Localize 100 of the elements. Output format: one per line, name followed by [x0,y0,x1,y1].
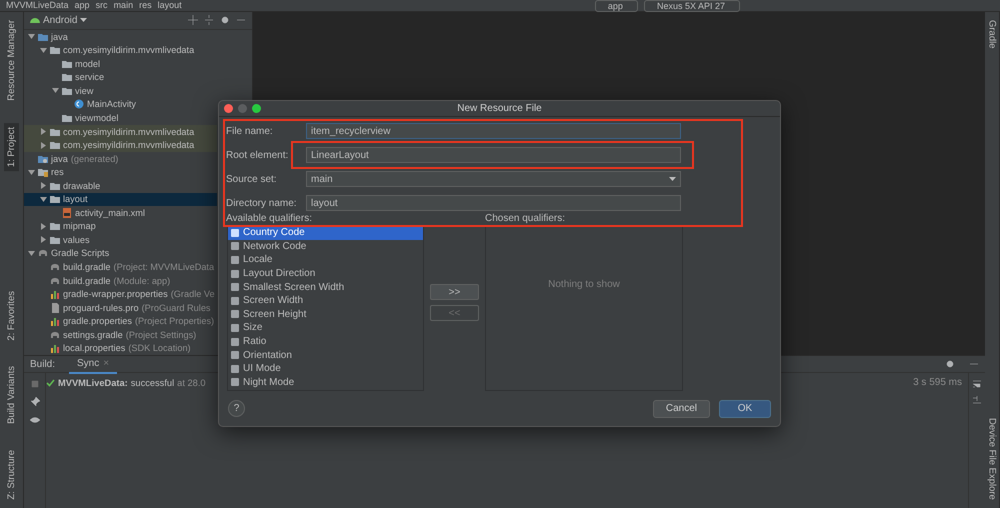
close-window-icon[interactable] [224,104,233,113]
folder-icon [62,58,72,69]
tree-item[interactable]: build.gradle (Module: app) [24,274,217,288]
maximize-window-icon[interactable] [252,104,261,113]
tree-item[interactable]: gradle.properties (Project Properties) [24,314,217,328]
tree-item[interactable]: com.yesimyildirim.mvvmlivedata [24,43,217,58]
sync-tab[interactable]: Sync × [69,354,118,374]
dialog-title: New Resource File [457,103,542,114]
qualifier-item[interactable]: Size [228,321,423,335]
breadcrumb[interactable]: layout [158,0,182,11]
android-icon [30,17,40,24]
add-qualifier-button[interactable]: >> [430,284,479,300]
tree-item[interactable]: model [24,57,217,71]
crosshair-icon[interactable] [188,15,198,26]
folder-icon [62,72,72,82]
tree-item-hint: (ProGuard Rules [142,302,211,314]
qualifier-item[interactable]: Ratio [228,334,423,348]
input-field[interactable]: LinearLayout [306,147,681,163]
tree-item[interactable]: Gradle Scripts [24,246,217,260]
dropdown-field[interactable]: main [306,171,681,187]
tree-item[interactable]: drawable [24,178,217,192]
bar-chart-icon [50,289,60,300]
input-field[interactable]: item_recyclerview [306,123,681,139]
gear-folder-icon [38,154,48,164]
tree-item[interactable]: service [24,70,217,84]
collapsed-arrow-icon[interactable] [40,182,47,190]
tree-item[interactable]: local.properties (SDK Location) [24,342,217,355]
tree-item-label: com.yesimyildirim.mvvmlivedata [63,139,194,152]
qualifier-item[interactable]: Layout Direction [228,266,423,280]
tree-item[interactable]: java (generated) [24,152,217,166]
folder-icon [38,167,48,178]
qualifier-icon [230,241,240,252]
device-dropdown[interactable]: Nexus 5X API 27 [644,0,740,12]
build-message[interactable]: MVVMLiveData: successful at 28.0 [46,377,206,389]
project-view-dropdown[interactable]: Android [30,14,88,26]
qualifier-icon [230,377,240,388]
stop-icon[interactable] [30,379,40,389]
tool-window-tab[interactable]: 1: Project [4,122,19,171]
breadcrumb[interactable]: MVVMLiveData [6,0,69,11]
input-field[interactable]: layout [306,195,681,211]
expanded-arrow-icon[interactable] [28,250,35,257]
tree-item-label: gradle-wrapper.properties [63,288,168,300]
tree-item[interactable]: settings.gradle (Project Settings) [24,328,217,342]
tool-window-tab[interactable]: Gradle [986,16,998,53]
field-label: Root element: [226,150,290,160]
bar-chart-icon [50,316,60,326]
folder-icon [50,126,60,137]
tree-item[interactable]: java [24,30,217,44]
breadcrumb[interactable]: src [96,0,108,11]
qualifier-item[interactable]: Orientation [228,348,423,362]
eye-icon[interactable] [30,415,40,425]
collapse-icon[interactable] [204,15,214,26]
qualifier-item[interactable]: Screen Height [228,308,423,322]
expanded-arrow-icon[interactable] [52,87,59,94]
qualifier-item[interactable]: Network Code [228,240,423,254]
breadcrumb[interactable]: res [139,0,152,11]
tree-item[interactable]: com.yesimyildirim.mvvmlivedata [24,138,217,152]
pin-icon[interactable] [30,397,40,407]
tree-item[interactable]: res [24,165,217,179]
folder-icon [50,221,60,232]
tree-item[interactable]: mipmap [24,220,217,234]
qualifier-item[interactable]: UI Mode [228,362,423,376]
qualifier-item[interactable]: Country Code [228,226,423,240]
qualifier-item[interactable]: Screen Width [228,294,423,308]
panel-title: Build: [30,358,56,370]
tool-window-tab[interactable]: 2: Favorites [4,286,19,344]
folder-icon [50,194,60,204]
tree-item[interactable]: layout [24,192,217,206]
qualifier-item[interactable]: Night Mode [228,376,423,390]
tool-window-tab[interactable]: Resource Manager [4,16,19,105]
tree-item-label: settings.gradle [63,328,123,341]
tool-window-tab[interactable]: Z: Structure [4,446,19,504]
tree-item[interactable]: activity_main.xml [24,206,217,220]
qualifier-icon [230,336,240,347]
tool-window-tab[interactable]: Build Variants [4,362,19,428]
ok-button[interactable]: OK [719,400,771,418]
empty-message: Nothing to show [548,279,620,291]
scroll-to-end-icon[interactable] [972,395,982,405]
breadcrumb[interactable]: app [74,0,90,11]
tree-item[interactable]: MainActivity [24,98,217,112]
tree-item[interactable]: values [24,233,217,247]
tool-window-tab[interactable]: Device File Explore [986,414,998,504]
expanded-arrow-icon[interactable] [40,196,47,203]
help-button[interactable]: ? [228,400,245,417]
qualifier-icon [230,322,240,333]
expanded-arrow-icon[interactable] [28,168,35,176]
caret-icon [80,18,88,23]
tree-item[interactable]: gradle-wrapper.properties (Gradle Ve [24,287,217,301]
tree-item[interactable]: com.yesimyildirim.mvvmlivedata [24,124,217,138]
breadcrumb[interactable]: main [114,0,134,11]
tree-item-label: layout [63,193,88,206]
tree-item[interactable]: view [24,84,217,98]
qualifier-item[interactable]: Smallest Screen Width [228,280,423,294]
cancel-button[interactable]: Cancel [652,400,710,418]
file-icon [50,302,60,313]
tree-item[interactable]: proguard-rules.pro (ProGuard Rules [24,300,217,314]
tree-item[interactable]: viewmodel [24,111,217,125]
tree-item[interactable]: build.gradle (Project: MVVMLiveData [24,260,217,274]
folder-icon [50,140,60,150]
qualifier-item[interactable]: Locale [228,253,423,267]
